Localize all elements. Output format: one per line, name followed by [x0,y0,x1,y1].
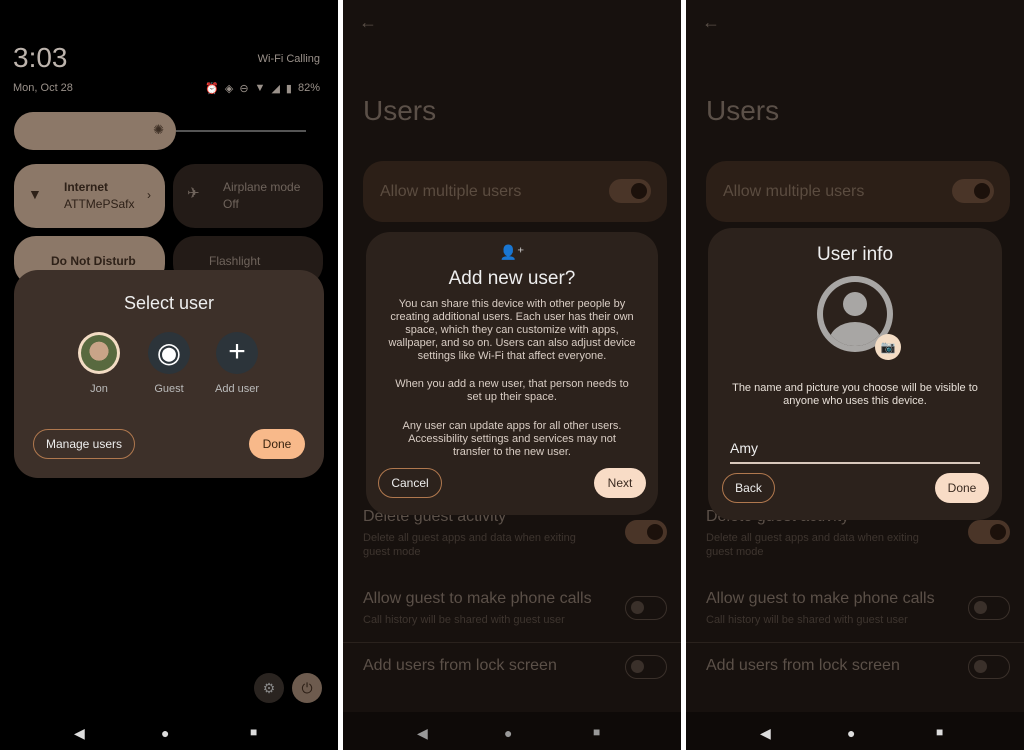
nav-recents-button[interactable]: ■ [936,725,943,739]
guest-calls-toggle[interactable] [625,596,667,620]
select-user-dialog: Select user Jon ◉ Guest + Add user Manag… [14,270,324,478]
row-title: Allow guest to make phone calls [706,590,935,607]
brightness-icon: ✺ [153,122,164,137]
navigation-bar: ◀ ● ■ [343,712,681,750]
brightness-slider[interactable]: ✺ [14,112,176,150]
camera-edit-icon[interactable]: 📷 [875,334,901,360]
back-button[interactable]: Back [722,473,775,503]
avatar [81,335,117,371]
airplane-icon: ✈ [187,185,200,202]
dialog-title: Add new user? [448,268,576,289]
navigation-bar: ◀ ● ■ [0,712,338,750]
nav-recents-button[interactable]: ■ [593,725,600,739]
divider [343,642,681,643]
user-label: Add user [214,383,260,395]
battery-icon: ▮ [285,83,292,95]
date: Mon, Oct 28 [13,82,73,94]
page-title: Users [706,95,780,126]
status-bar: ⏰ ◈ ⊖ ▼ ◢ ▮ 82% [205,82,320,95]
done-button[interactable]: Done [935,473,989,503]
dialog-text: The name and picture you choose will be … [732,382,978,407]
page-title: Users [363,95,437,126]
user-jon[interactable] [78,332,120,374]
carrier-label: Wi-Fi Calling [257,53,320,65]
user-label: Jon [90,383,108,395]
nav-back-button[interactable]: ◀ [74,725,85,742]
tile-title: Airplane mode [223,180,301,194]
user-label: Guest [154,383,184,395]
user-info-dialog: User info 📷 The name and picture you cho… [708,228,1002,520]
tile-title: Do Not Disturb [51,254,136,268]
dnd-icon: ⊖ [239,83,249,95]
dialog-title: Select user [123,293,215,313]
nav-home-button[interactable]: ● [161,725,169,741]
tile-internet[interactable]: ▼ Internet ATTMePSafx › [14,164,165,228]
nav-back-button[interactable]: ◀ [760,725,771,742]
tile-subtitle: Off [223,197,239,211]
brightness-track[interactable] [176,130,306,132]
row-title: Add users from lock screen [363,657,557,674]
divider [686,642,1024,643]
signal-icon: ◢ [271,83,280,95]
row-subtitle: Call history will be shared with guest u… [706,614,908,626]
tile-title: Flashlight [209,254,261,268]
row-subtitle: Delete all guest apps and data when exit… [363,532,576,558]
dialog-text: Any user can update apps for all other u… [402,420,622,458]
quick-settings-panel: 3:03 Mon, Oct 28 Wi-Fi Calling ⏰ ◈ ⊖ ▼ ◢ ▮ 82%… [0,0,338,750]
battery-level: 82% [297,82,320,94]
account-circle-icon: ◉ [156,337,182,368]
nav-home-button[interactable]: ● [504,725,512,741]
user-name-input[interactable]: Amy [730,440,980,464]
nav-recents-button[interactable]: ■ [250,725,257,739]
add-new-user-dialog: 👤⁺ Add new user? You can share this devi… [366,232,658,515]
allow-multiple-users-row[interactable]: Allow multiple users [363,161,667,222]
row-title: Add users from lock screen [706,657,900,674]
done-button[interactable]: Done [249,429,305,459]
allow-multiple-users-row[interactable]: Allow multiple users [706,161,1010,222]
dialog-text: You can share this device with other peo… [388,298,636,362]
back-arrow-icon[interactable]: ← [359,12,377,33]
user-guest[interactable]: ◉ [148,332,190,374]
tile-airplane-mode[interactable]: ✈ Airplane mode Off [173,164,323,228]
wifi-icon: ▼ [28,186,42,202]
settings-gear-icon[interactable]: ⚙ [254,673,284,703]
vibrate-icon: ◈ [224,83,234,95]
allow-multiple-users-toggle[interactable] [952,179,994,203]
wifi-icon: ▼ [254,82,266,94]
users-settings-user-info: ← Users Allow multiple users Delete gues… [686,0,1024,750]
allow-multiple-users-toggle[interactable] [609,179,651,203]
clock: 3:03 [13,42,68,73]
dialog-text: When you add a new user, that person nee… [395,378,629,403]
guest-calls-toggle[interactable] [968,596,1010,620]
nav-home-button[interactable]: ● [847,725,855,741]
alarm-icon: ⏰ [205,83,219,95]
power-icon[interactable]: ⏻ [292,673,322,703]
manage-users-button[interactable]: Manage users [33,429,135,459]
delete-guest-activity-toggle[interactable] [625,520,667,544]
person-add-icon: 👤⁺ [499,244,525,260]
row-title: Allow multiple users [723,183,865,200]
lock-screen-users-toggle[interactable] [625,655,667,679]
row-title: Allow guest to make phone calls [363,590,592,607]
navigation-bar: ◀ ● ■ [686,712,1024,750]
plus-icon: + [228,335,246,368]
row-title: Allow multiple users [380,183,522,200]
nav-back-button[interactable]: ◀ [417,725,428,742]
add-user-button[interactable]: + [216,332,258,374]
users-settings-add-dialog: ← Users Allow multiple users Delete gues… [343,0,681,750]
cancel-button[interactable]: Cancel [378,468,442,498]
row-subtitle: Call history will be shared with guest u… [363,614,565,626]
dialog-title: User info [816,244,894,265]
chevron-right-icon: › [147,188,151,202]
lock-screen-users-toggle[interactable] [968,655,1010,679]
back-arrow-icon[interactable]: ← [702,12,720,33]
row-subtitle: Delete all guest apps and data when exit… [706,532,919,558]
next-button[interactable]: Next [594,468,646,498]
delete-guest-activity-toggle[interactable] [968,520,1010,544]
